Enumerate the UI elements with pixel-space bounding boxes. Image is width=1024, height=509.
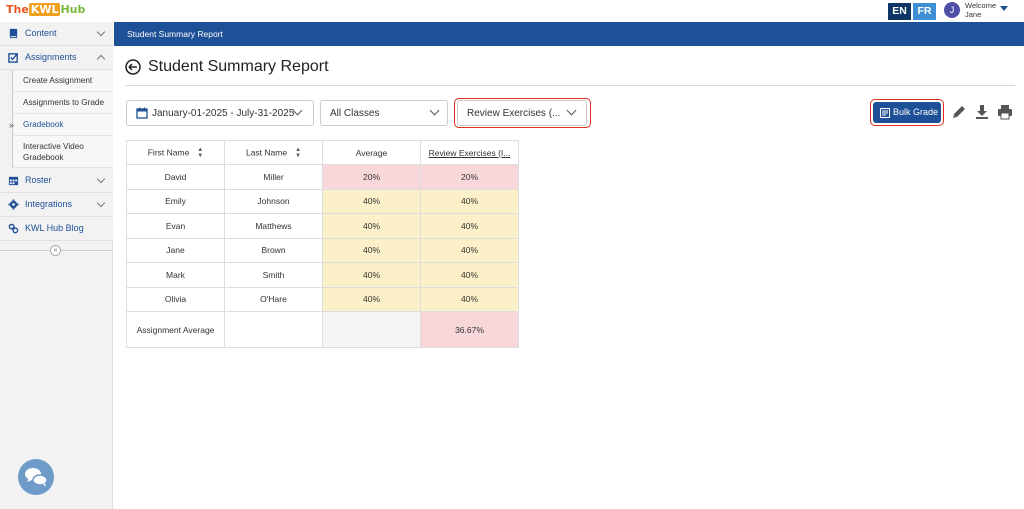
student-first-name-link[interactable]: Mark	[126, 262, 225, 288]
gear-icon	[8, 199, 19, 210]
calendar-icon	[136, 107, 148, 119]
highlight-outline	[454, 98, 591, 128]
table-row: Jane Brown 40% 40%	[126, 237, 519, 263]
average-score: 40%	[322, 237, 421, 263]
average-score: 40%	[322, 262, 421, 288]
user-name: Jane	[965, 10, 982, 19]
student-first-name-link[interactable]: Emily	[126, 188, 225, 214]
sidebar: Content Assignments Create Assignment As…	[0, 22, 113, 509]
sidebar-subitem-assignments-to-grade[interactable]: Assignments to Grade	[12, 92, 113, 114]
breadcrumb-bar: Student Summary Report	[114, 22, 1024, 46]
chevron-down-icon	[96, 198, 106, 208]
welcome-label: Welcome	[965, 1, 997, 10]
logo[interactable]: The KWL Hub	[6, 2, 85, 18]
table-cell	[322, 311, 421, 348]
student-first-name-link[interactable]: Evan	[126, 213, 225, 239]
review-exercises-score[interactable]: 40%	[420, 237, 519, 263]
book-icon	[9, 28, 18, 39]
sort-icon[interactable]: ▲ ▼	[295, 147, 301, 159]
date-range-value: January-01-2025 - July-31-2025	[152, 108, 295, 119]
column-header-average: Average	[322, 140, 421, 165]
average-score: 20%	[322, 164, 421, 190]
student-last-name: Matthews	[224, 213, 323, 239]
lang-fr-button[interactable]: FR	[913, 3, 936, 20]
class-select[interactable]: All Classes	[320, 100, 448, 126]
review-average-value: 36.67%	[420, 311, 519, 348]
student-last-name: Johnson	[224, 188, 323, 214]
page-title: Student Summary Report	[148, 58, 329, 75]
student-first-name-link[interactable]: David	[126, 164, 225, 190]
review-exercises-score[interactable]: 20%	[420, 164, 519, 190]
sidebar-item-roster[interactable]: Roster	[0, 169, 113, 193]
assignment-average-label: Assignment Average	[126, 311, 225, 348]
sidebar-subitem-interactive-video-gradebook[interactable]: Interactive Video Gradebook	[12, 136, 113, 168]
lang-en-button[interactable]: EN	[888, 3, 911, 20]
sidebar-item-blog[interactable]: KWL Hub Blog	[0, 217, 113, 241]
link-icon	[8, 223, 19, 234]
top-bar: The KWL Hub EN FR J Welcome Jane	[0, 0, 1024, 22]
chat-icon	[25, 468, 48, 487]
sort-icon[interactable]: ▲ ▼	[197, 147, 203, 159]
student-last-name: Miller	[224, 164, 323, 190]
average-score: 40%	[322, 188, 421, 214]
divider	[125, 85, 1015, 86]
assignment-average-row: Assignment Average 36.67%	[126, 311, 519, 348]
column-header-last-name[interactable]: Last Name ▲ ▼	[224, 140, 323, 165]
sidebar-item-content[interactable]: Content	[0, 22, 113, 46]
sidebar-item-label: Integrations	[25, 199, 73, 209]
class-select-value: All Classes	[330, 108, 380, 119]
average-score: 40%	[322, 286, 421, 312]
table-header-row: First Name ▲ ▼ Last Name ▲ ▼ Average Review …	[126, 140, 519, 165]
printer-icon[interactable]	[997, 104, 1013, 120]
sidebar-subitem-gradebook[interactable]: » Gradebook	[9, 114, 113, 136]
sidebar-item-assignments[interactable]: Assignments	[0, 46, 113, 70]
sidebar-item-label: Assignments	[25, 52, 77, 62]
column-header-review-exercises[interactable]: Review Exercises (I...	[420, 140, 519, 165]
breadcrumb: Student Summary Report	[127, 29, 223, 39]
student-last-name: Brown	[224, 237, 323, 263]
sidebar-item-integrations[interactable]: Integrations	[0, 193, 113, 217]
date-range-picker[interactable]: January-01-2025 - July-31-2025	[126, 100, 314, 126]
student-first-name-link[interactable]: Jane	[126, 237, 225, 263]
table-row: Evan Matthews 40% 40%	[126, 213, 519, 239]
sidebar-item-label: Content	[25, 28, 57, 38]
review-exercises-score[interactable]: 40%	[420, 213, 519, 239]
avatar[interactable]: J	[944, 2, 960, 18]
highlight-outline	[870, 99, 944, 126]
student-first-name-link[interactable]: Olivia	[126, 286, 225, 312]
chevron-down-icon	[96, 174, 106, 184]
sidebar-item-label: Roster	[25, 175, 52, 185]
chevron-up-icon	[96, 54, 106, 64]
table-cell	[224, 311, 323, 348]
review-exercises-score[interactable]: 40%	[420, 188, 519, 214]
table-row: David Miller 20% 20%	[126, 164, 519, 190]
chat-button[interactable]	[18, 459, 54, 495]
student-summary-table: First Name ▲ ▼ Last Name ▲ ▼ Average Review …	[126, 140, 519, 348]
back-arrow-icon[interactable]	[125, 59, 141, 75]
chevron-down-icon	[429, 105, 440, 116]
user-menu[interactable]: Welcome Jane	[965, 1, 996, 19]
column-header-first-name[interactable]: First Name ▲ ▼	[126, 140, 225, 165]
average-score: 40%	[322, 213, 421, 239]
review-exercises-score[interactable]: 40%	[420, 262, 519, 288]
collapse-sidebar-button[interactable]: «	[50, 245, 61, 256]
sidebar-subitem-create-assignment[interactable]: Create Assignment	[12, 70, 113, 92]
calendar-icon	[8, 176, 19, 186]
chevron-down-icon	[96, 27, 106, 37]
sidebar-item-label: KWL Hub Blog	[25, 223, 84, 233]
pencil-icon[interactable]	[951, 104, 967, 120]
table-row: Olivia O'Hare 40% 40%	[126, 286, 519, 312]
student-last-name: Smith	[224, 262, 323, 288]
student-last-name: O'Hare	[224, 286, 323, 312]
table-row: Mark Smith 40% 40%	[126, 262, 519, 288]
caret-down-icon[interactable]	[1000, 6, 1008, 11]
review-exercises-score[interactable]: 40%	[420, 286, 519, 312]
download-icon[interactable]	[974, 104, 990, 120]
table-row: Emily Johnson 40% 40%	[126, 188, 519, 214]
chevron-right-icon: »	[9, 120, 15, 130]
checkbox-icon	[8, 53, 18, 63]
